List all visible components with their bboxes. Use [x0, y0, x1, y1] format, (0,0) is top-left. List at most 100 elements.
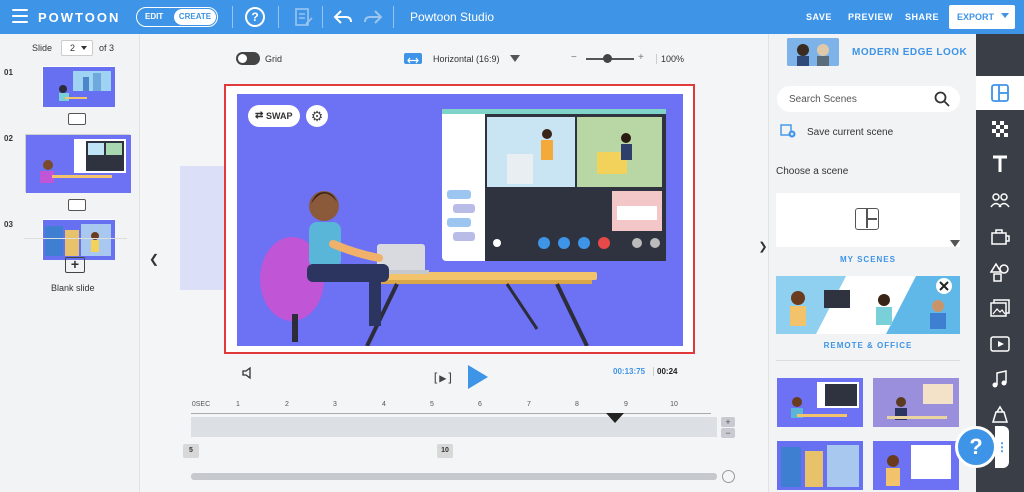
slide-index: 02: [4, 134, 13, 143]
slide-total: of 3: [99, 43, 115, 53]
chevron-down-icon[interactable]: [510, 55, 520, 62]
remote-office-card[interactable]: [776, 276, 960, 334]
playhead[interactable]: [606, 413, 624, 423]
current-time: 00:13:75: [613, 367, 646, 376]
chevron-right-icon[interactable]: ❯: [758, 238, 768, 256]
chevron-down-icon: [81, 46, 87, 50]
divider: [232, 6, 233, 28]
tick-label: 9: [624, 401, 628, 408]
specials-icon[interactable]: [989, 404, 1011, 426]
grid-toggle[interactable]: [236, 52, 260, 65]
category-label[interactable]: REMOTE & OFFICE: [776, 341, 960, 350]
export-button[interactable]: EXPORT: [949, 5, 1015, 29]
chevron-down-icon[interactable]: [950, 240, 960, 247]
look-title[interactable]: MODERN EDGE LOOK: [852, 47, 967, 58]
images-icon[interactable]: [989, 297, 1011, 319]
layout-icon: [991, 84, 1009, 102]
zoom-value: 100%: [656, 54, 684, 64]
undo-icon[interactable]: [332, 6, 354, 28]
share-button[interactable]: SHARE: [905, 12, 939, 22]
create-mode-button[interactable]: CREATE: [174, 9, 216, 25]
timeline-track[interactable]: [191, 417, 717, 437]
divider: [322, 6, 323, 28]
preview-button[interactable]: PREVIEW: [848, 12, 893, 22]
tick-label: 10: [670, 401, 678, 408]
redo-icon[interactable]: [362, 6, 384, 28]
mode-toggle[interactable]: EDIT CREATE: [136, 7, 218, 27]
slide-thumbnail-1[interactable]: [42, 66, 115, 107]
props-icon[interactable]: [989, 225, 1011, 247]
edit-mode-button[interactable]: EDIT: [145, 12, 163, 21]
characters-icon[interactable]: [989, 189, 1011, 211]
ruler-line: [191, 413, 711, 414]
slide-thumbnail-3[interactable]: [42, 219, 115, 260]
project-title[interactable]: Powtoon Studio: [410, 10, 494, 24]
play-scene-button[interactable]: [▶]: [432, 371, 454, 385]
choose-scene-label: Choose a scene: [776, 166, 849, 177]
shapes-icon[interactable]: [989, 261, 1011, 283]
notes-icon[interactable]: [292, 6, 314, 28]
powtoon-logo: POWTOON: [38, 10, 121, 25]
tick-label: 4: [382, 401, 386, 408]
timeline-marker[interactable]: 5: [183, 444, 199, 458]
separator: [776, 360, 960, 361]
volume-icon[interactable]: [241, 366, 255, 380]
office-scene-artwork: [237, 94, 683, 346]
category-label[interactable]: MY SCENES: [776, 255, 960, 264]
help-fab-button[interactable]: ?: [955, 426, 997, 468]
zoom-out-button[interactable]: −: [571, 52, 577, 63]
zoom-in-button[interactable]: +: [638, 52, 644, 63]
save-button[interactable]: SAVE: [806, 12, 832, 22]
orientation-icon[interactable]: [404, 53, 422, 64]
tick-label: 2: [285, 401, 289, 408]
transition-icon[interactable]: [68, 199, 86, 211]
gear-icon[interactable]: ⚙: [306, 105, 328, 127]
remote-office-preview: [776, 276, 960, 334]
help-icon[interactable]: ?: [245, 7, 265, 27]
play-icon[interactable]: [468, 365, 488, 389]
total-time: 00:24: [653, 367, 677, 376]
orientation-select[interactable]: Horizontal (16:9): [433, 54, 500, 64]
swap-icon: ⇄: [255, 110, 264, 121]
divider: [393, 6, 394, 28]
scene-thumbnail[interactable]: [873, 378, 959, 427]
look-thumbnail[interactable]: [787, 38, 839, 66]
more-options-icon[interactable]: ⋮: [995, 426, 1009, 468]
timeline-marker[interactable]: 10: [437, 444, 453, 458]
tick-label: 0SEC: [191, 401, 211, 408]
search-scenes-field[interactable]: [777, 86, 960, 112]
slide-label: Slide: [32, 43, 53, 53]
scene-thumbnail[interactable]: [873, 441, 959, 490]
layout-icon: [855, 208, 879, 230]
save-current-scene-button[interactable]: Save current scene: [807, 127, 893, 138]
tick-label: 7: [527, 401, 531, 408]
music-icon[interactable]: [989, 368, 1011, 390]
scene-thumbnail[interactable]: [777, 441, 863, 490]
add-slide-icon[interactable]: +: [65, 257, 85, 273]
save-scene-icon[interactable]: [780, 124, 796, 138]
chevron-left-icon[interactable]: ❮: [148, 250, 160, 268]
transition-icon[interactable]: [68, 113, 86, 125]
swap-button[interactable]: ⇄ SWAP: [248, 105, 300, 127]
timeline-zoom-out[interactable]: −: [721, 428, 735, 438]
slide-selector[interactable]: 2: [61, 40, 93, 56]
texture-icon[interactable]: [989, 118, 1011, 140]
timeline-fit-button[interactable]: [722, 470, 735, 483]
tick-label: 5: [430, 401, 434, 408]
scene-illustration[interactable]: [237, 94, 683, 346]
slide-thumbnail-2[interactable]: [25, 134, 131, 193]
text-icon[interactable]: [989, 153, 1011, 175]
timeline-zoom-in[interactable]: +: [721, 417, 735, 427]
scene-thumbnail[interactable]: [777, 378, 863, 427]
current-slide-number: 2: [70, 43, 76, 53]
video-icon[interactable]: [989, 333, 1011, 355]
slide-3-preview: [43, 220, 115, 260]
search-input[interactable]: [789, 92, 929, 106]
grid-label: Grid: [265, 54, 283, 64]
tick-label: 1: [236, 401, 240, 408]
timeline-scrollbar[interactable]: [191, 473, 717, 480]
search-icon[interactable]: [934, 91, 950, 107]
zoom-slider-handle[interactable]: [603, 54, 612, 63]
blank-slide-button[interactable]: Blank slide: [51, 283, 95, 293]
hamburger-menu-icon[interactable]: [12, 9, 28, 23]
